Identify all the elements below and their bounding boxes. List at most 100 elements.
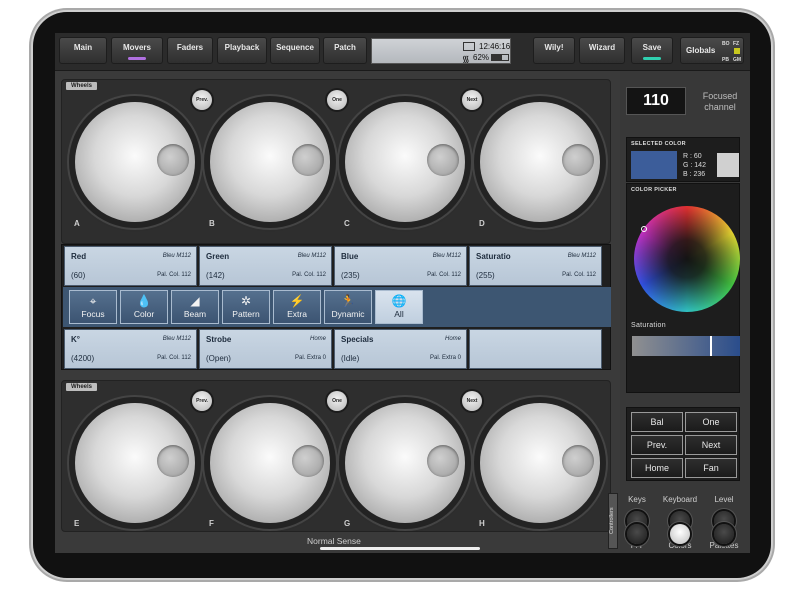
color-picker-marker[interactable] — [641, 226, 647, 232]
param-red[interactable]: Red Bleu M112 (60) Pal. Col. 112 — [64, 246, 197, 286]
category-all[interactable]: 🌐 All — [375, 290, 423, 324]
param-preset: Bleu M112 — [297, 253, 326, 259]
palettes-toggle[interactable] — [714, 524, 734, 544]
param-source: Pal. Col. 112 — [292, 272, 326, 278]
wheel-h[interactable] — [480, 403, 600, 523]
category-pattern[interactable]: ✲ Pattern — [222, 290, 270, 324]
tab-label: Movers — [122, 43, 151, 52]
wheel-b[interactable] — [210, 102, 330, 222]
param-preset: Bleu M112 — [162, 336, 191, 342]
param-value: (255) — [476, 271, 495, 280]
saturation-handle[interactable] — [710, 336, 713, 356]
next-button[interactable]: Next — [462, 391, 482, 411]
tab-label: Faders — [176, 43, 204, 52]
prev-button[interactable]: Prev. — [631, 435, 683, 455]
bal-button[interactable]: Bal — [631, 412, 683, 432]
tab-label: Main — [73, 43, 93, 52]
fz-indicator — [734, 48, 740, 54]
wheel-d[interactable] — [480, 102, 600, 222]
upper-wheels-panel: Wheels Prev. One Next A B C D — [61, 79, 611, 244]
red-readout: R : 60 — [683, 153, 702, 160]
pan-tilt-toggle[interactable] — [627, 524, 647, 544]
knob-dimple — [157, 144, 189, 176]
wheel-a[interactable] — [75, 102, 195, 222]
wily-button[interactable]: Wily! — [533, 37, 575, 64]
param-blue[interactable]: Blue Bleu M112 (235) Pal. Col. 112 — [334, 246, 467, 286]
wheel-f[interactable] — [210, 403, 330, 523]
keyboard-label: Keyboard — [662, 495, 698, 504]
category-dynamic[interactable]: 🏃 Dynamic — [324, 290, 372, 324]
category-label: Color — [133, 309, 155, 319]
one-button[interactable]: One — [685, 412, 737, 432]
category-beam[interactable]: ◢ Beam — [171, 290, 219, 324]
tab-playback[interactable]: Playback — [217, 37, 267, 64]
active-led — [128, 57, 146, 60]
next-button[interactable]: Next — [685, 435, 737, 455]
clock: 12:46:16 — [479, 42, 511, 51]
param-saturation[interactable]: Saturatio Bleu M112 (255) Pal. Col. 112 — [469, 246, 602, 286]
category-focus[interactable]: ⌖ Focus — [69, 290, 117, 324]
param-preset: Home — [309, 336, 326, 342]
param-specials[interactable]: Specials Home (Idle) Pal. Extra 0 — [334, 329, 467, 369]
param-name: K° — [71, 335, 80, 344]
globe-icon: 🌐 — [391, 294, 407, 308]
wheel-g[interactable] — [345, 403, 465, 523]
tab-patch[interactable]: Patch — [323, 37, 367, 64]
gm-label: GM — [733, 57, 742, 63]
battery-percent: 62% — [473, 53, 490, 62]
lower-wheels-panel: Wheels Prev. One Next E F G H — [61, 380, 611, 532]
prev-button[interactable]: Prev. — [192, 90, 212, 110]
knob-dimple — [157, 445, 189, 477]
category-color[interactable]: 💧 Color — [120, 290, 168, 324]
category-extra[interactable]: ⚡ Extra — [273, 290, 321, 324]
param-green[interactable]: Green Bleu M112 (142) Pal. Col. 112 — [199, 246, 332, 286]
saturation-slider[interactable] — [632, 336, 740, 356]
knob-dimple — [562, 445, 594, 477]
crosshair-icon: ⌖ — [89, 294, 97, 308]
knob-dimple — [292, 144, 324, 176]
param-name: Strobe — [206, 335, 232, 344]
wheel-label-g: G — [344, 519, 351, 528]
focused-channel-number[interactable]: 110 — [626, 87, 686, 115]
home-indicator[interactable] — [320, 547, 480, 550]
side-panel: 110 Focused channel SELECTED COLOR R : 6… — [620, 71, 750, 553]
wizard-button[interactable]: Wizard — [579, 37, 625, 64]
category-label: All — [394, 309, 404, 319]
tab-faders[interactable]: Faders — [167, 37, 213, 64]
wheel-e[interactable] — [75, 403, 195, 523]
one-button[interactable]: One — [327, 90, 347, 110]
color-wheel[interactable] — [634, 206, 740, 312]
app-screen: Main Movers Faders Playback Sequence Pat… — [55, 33, 750, 553]
droplet-icon: 💧 — [136, 294, 152, 308]
save-led — [643, 57, 661, 60]
focused-channel-label: Focused channel — [702, 91, 738, 112]
wheel-c[interactable] — [345, 102, 465, 222]
category-label: Beam — [183, 309, 207, 319]
tab-main[interactable]: Main — [59, 37, 107, 64]
save-button[interactable]: Save — [631, 37, 673, 64]
param-color-temp[interactable]: K° Bleu M112 (4200) Pal. Col. 112 — [64, 329, 197, 369]
tab-movers[interactable]: Movers — [111, 37, 163, 64]
param-preset: Bleu M112 — [162, 253, 191, 259]
param-empty[interactable] — [469, 329, 602, 369]
fan-button[interactable]: Fan — [685, 458, 737, 478]
home-button[interactable]: Home — [631, 458, 683, 478]
wheel-label-f: F — [209, 519, 214, 528]
param-value: (Open) — [206, 354, 231, 363]
fz-label: FZ — [733, 41, 740, 47]
param-strobe[interactable]: Strobe Home (Open) Pal. Extra 0 — [199, 329, 332, 369]
prev-button[interactable]: Prev. — [192, 391, 212, 411]
colors-toggle[interactable] — [670, 524, 690, 544]
selection-buttons: Bal One Prev. Next Home Fan — [626, 407, 740, 481]
category-label: Extra — [287, 309, 307, 319]
one-button[interactable]: One — [327, 391, 347, 411]
globals-button[interactable]: Globals BO FZ PB GM — [680, 37, 744, 64]
wheel-label-b: B — [209, 219, 215, 228]
selected-color-box: SELECTED COLOR R : 60 G : 142 B : 236 — [626, 137, 740, 182]
next-button[interactable]: Next — [462, 90, 482, 110]
tab-sequence[interactable]: Sequence — [270, 37, 320, 64]
param-name: Specials — [341, 335, 374, 344]
knob-dimple — [427, 445, 459, 477]
wheels-tag: Wheels — [66, 82, 98, 90]
bo-label: BO — [722, 41, 730, 47]
